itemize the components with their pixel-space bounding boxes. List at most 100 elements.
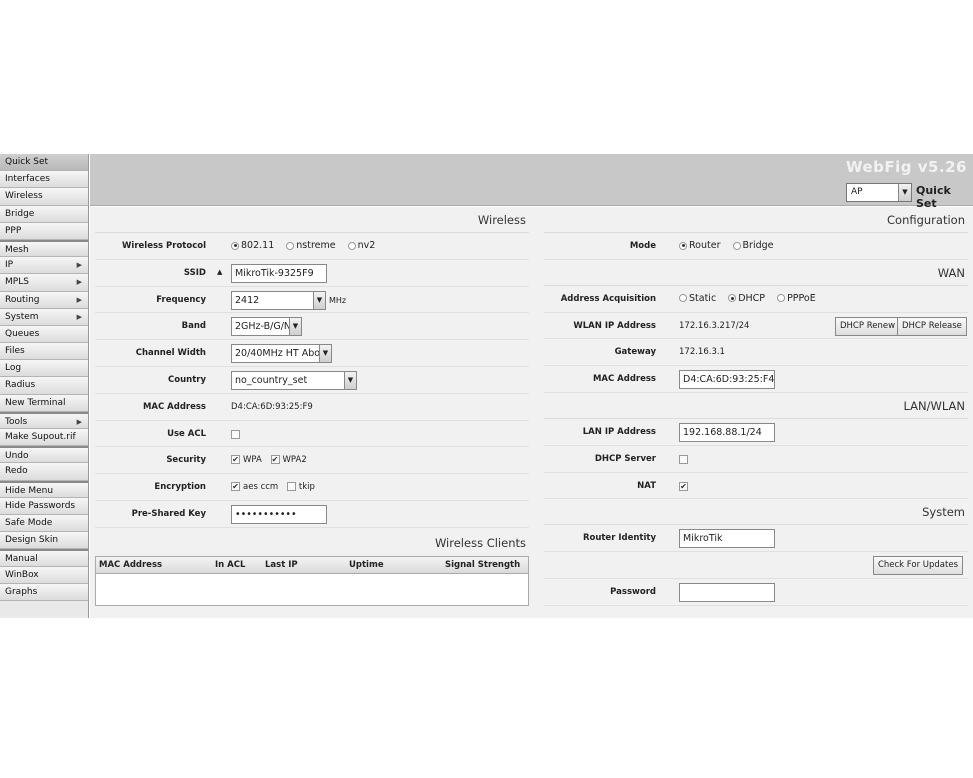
wan-mac-row: MAC Address D4:CA:6D:93:25:F4 [544,366,968,393]
tkip-checkbox[interactable] [286,482,296,492]
sidebar-item-manual[interactable]: Manual [0,549,88,567]
sidebar-item-new-terminal[interactable]: New Terminal [0,394,88,412]
lan-ip-row: LAN IP Address 192.168.88.1/24 [544,419,968,446]
check-updates-row: Check For Updates [544,552,968,579]
dhcp-renew-button[interactable]: DHCP Renew [835,316,901,336]
wpa-label: WPA [243,455,262,466]
wireless-protocol-row: Wireless Protocol 802.11 nstreme nv2 [95,233,529,260]
sidebar-item-queues[interactable]: Queues [0,325,88,344]
psk-label: Pre-Shared Key [131,508,206,519]
sidebar-item-label: Hide Menu [5,485,54,496]
mode-option-bridge[interactable]: Bridge [732,240,773,251]
chevron-down-icon[interactable]: ▼ [289,318,301,336]
chevron-down-icon[interactable]: ▼ [898,184,911,201]
country-select[interactable]: no_country_set ▼ [231,370,357,390]
col-signal-strength[interactable]: Signal Strength [445,560,520,570]
sidebar-item-graphs[interactable]: Graphs [0,583,88,601]
lan-ip-label: LAN IP Address [582,426,656,437]
sidebar-item-log[interactable]: Log [0,360,88,378]
psk-input[interactable]: ••••••••••• [231,504,327,524]
aes-ccm-checkbox[interactable]: ✔ [231,482,240,492]
lan-ip-input[interactable]: 192.168.88.1/24 [679,422,775,442]
sidebar-item-label: MPLS [5,277,29,288]
sidebar-item-files[interactable]: Files [0,343,88,361]
acq-option-dhcp[interactable]: DHCP [728,293,765,304]
wan-section-title: WAN [544,260,968,286]
channel-width-field-wrap: 20/40MHz HT Above ▼ [231,344,332,364]
protocol-option-nstreme[interactable]: nstreme [286,240,336,251]
radio-icon[interactable] [732,241,741,250]
chevron-down-icon[interactable]: ▼ [313,291,325,309]
band-select[interactable]: 2GHz-B/G/N ▼ [231,317,302,337]
wpa-checkbox[interactable]: ✔ [231,455,240,465]
wireless-panel: Wireless Wireless Protocol 802.11 nstrem… [95,207,529,606]
sidebar-item-label: New Terminal [5,397,66,408]
radio-icon[interactable] [347,241,356,250]
sidebar-item-interfaces[interactable]: Interfaces [0,171,88,189]
channel-width-select[interactable]: 20/40MHz HT Above ▼ [231,344,332,364]
sidebar-item-mpls[interactable]: MPLS ▶ [0,274,88,292]
wireless-mac-value: D4:CA:6D:93:25:F9 [231,401,313,412]
sidebar-item-bridge[interactable]: Bridge [0,205,88,223]
sidebar-item-hide-passwords[interactable]: Hide Passwords [0,497,88,515]
chevron-down-icon[interactable]: ▼ [344,371,356,389]
router-identity-input[interactable]: MikroTik [679,529,775,549]
radio-icon[interactable] [679,294,687,303]
dhcp-server-label: DHCP Server [594,453,656,464]
ssid-input[interactable]: MikroTik-9325F9 [231,263,327,283]
radio-icon[interactable] [728,294,737,303]
sidebar-item-safe-mode[interactable]: Safe Mode [0,514,88,533]
lan-section-title: LAN/WLAN [544,393,968,419]
password-label: Password [610,586,656,597]
password-input[interactable] [679,582,775,602]
encryption-options: ✔ aes ccm tkip [231,482,315,492]
use-acl-row: Use ACL [95,421,529,448]
tkip-label: tkip [298,482,315,493]
sidebar-item-hide-menu[interactable]: Hide Menu [0,480,88,498]
check-updates-button[interactable]: Check For Updates [872,556,963,576]
sidebar-item-mesh[interactable]: Mesh [0,239,88,258]
sidebar-item-winbox[interactable]: WinBox [0,566,88,584]
chevron-down-icon[interactable]: ▼ [319,345,331,363]
radio-icon[interactable] [679,241,687,250]
sidebar-item-label: Redo [5,466,28,477]
acq-option-static[interactable]: Static [679,293,716,304]
radio-icon[interactable] [286,241,295,250]
security-row: Security ✔ WPA ✔ WPA2 [95,447,529,475]
col-uptime[interactable]: Uptime [349,560,384,570]
sidebar-item-make-supout-rif[interactable]: Make Supout.rif [0,429,88,447]
sidebar-item-undo[interactable]: Undo [0,446,88,464]
sidebar-item-ppp[interactable]: PPP [0,222,88,240]
col-last-ip[interactable]: Last IP [265,560,298,570]
sidebar-item-ip[interactable]: IP ▶ [0,257,88,275]
dhcp-server-checkbox[interactable] [679,454,688,464]
col-mac-address[interactable]: MAC Address [99,560,162,570]
mode-select[interactable]: AP ▼ [846,183,912,202]
sidebar-item-system[interactable]: System ▶ [0,308,88,326]
sidebar-item-quick-set[interactable]: Quick Set [0,154,88,172]
sidebar-item-radius[interactable]: Radius [0,377,88,395]
dhcp-release-button[interactable]: DHCP Release [897,316,967,336]
col-in-acl[interactable]: In ACL [215,560,245,570]
protocol-option-nv2[interactable]: nv2 [347,240,375,251]
frequency-select[interactable]: 2412 ▼ [231,290,326,310]
sort-up-icon[interactable]: ▲ [217,268,222,276]
acq-option-pppoe[interactable]: PPPoE [777,293,816,304]
radio-icon[interactable] [777,294,786,303]
wan-mac-input[interactable]: D4:CA:6D:93:25:F4 [679,370,775,390]
band-label: Band [181,321,206,332]
nat-checkbox[interactable]: ✔ [679,481,688,491]
sidebar-item-redo[interactable]: Redo [0,463,88,481]
protocol-option-80211[interactable]: 802.11 [231,240,274,251]
frequency-field-wrap: 2412 ▼ MHz [231,290,346,310]
use-acl-checkbox[interactable] [231,429,240,439]
mode-option-router[interactable]: Router [679,240,720,251]
sidebar-item-design-skin[interactable]: Design Skin [0,532,88,550]
sidebar-item-routing[interactable]: Routing ▶ [0,291,88,309]
sidebar-item-wireless[interactable]: Wireless [0,188,88,206]
wpa2-checkbox[interactable]: ✔ [270,455,280,465]
radio-icon[interactable] [231,241,239,250]
mode-options: Router Bridge [679,240,782,251]
system-section-title: System [544,499,968,526]
sidebar-item-tools[interactable]: Tools ▶ [0,411,88,429]
